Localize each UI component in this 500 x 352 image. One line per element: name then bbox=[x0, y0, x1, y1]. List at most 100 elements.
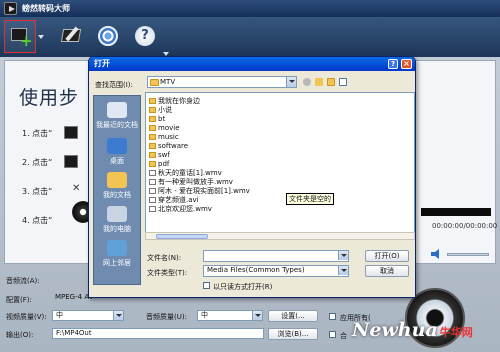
look-in-label: 查找范围(I): bbox=[95, 81, 133, 89]
list-item[interactable]: 阿木 - 爱在現实面前[1].wmv bbox=[149, 187, 250, 195]
video-quality-label: 视频质量(V): bbox=[6, 313, 47, 321]
new-folder-icon[interactable] bbox=[327, 78, 335, 86]
open-button[interactable]: 打开(O) bbox=[365, 250, 409, 262]
up-folder-icon[interactable] bbox=[315, 78, 323, 86]
list-item[interactable]: software bbox=[149, 142, 188, 150]
watermark-text: Newhua bbox=[352, 319, 438, 341]
folder-icon bbox=[149, 161, 156, 167]
chevron-down-icon[interactable] bbox=[286, 77, 296, 87]
help-icon: ? bbox=[135, 26, 155, 46]
folder-icon bbox=[149, 98, 156, 104]
file-name: software bbox=[158, 142, 189, 150]
list-item[interactable]: movie bbox=[149, 124, 180, 132]
folder-icon bbox=[150, 79, 159, 86]
close-icon[interactable]: × bbox=[401, 59, 412, 69]
filetype-value: Media Files(Common Types) bbox=[207, 266, 305, 274]
video-file-icon bbox=[149, 197, 156, 203]
output-path-field[interactable]: F:\MP4Out bbox=[52, 328, 264, 339]
places-bar: 我最近的文档 桌面 我的文档 我的电脑 网上邻居 bbox=[93, 95, 141, 285]
video-file-icon bbox=[149, 179, 156, 185]
list-item[interactable]: 北京欢迎您.wmv bbox=[149, 205, 212, 213]
folder-icon bbox=[149, 152, 156, 158]
network-icon bbox=[107, 240, 127, 256]
list-item[interactable]: bt bbox=[149, 115, 165, 123]
file-name: 有一种爱叫做放手.wmv bbox=[158, 178, 233, 186]
watermark: Newhua 牛华网 bbox=[352, 319, 473, 341]
dialog-title: 打开 bbox=[94, 59, 110, 68]
recent-docs-icon bbox=[107, 102, 127, 118]
place-label: 我最近的文档 bbox=[96, 121, 138, 129]
list-item[interactable]: 有一种爱叫做放手.wmv bbox=[149, 178, 233, 186]
look-in-select[interactable]: MTV bbox=[147, 76, 297, 88]
browse-button[interactable]: 浏览(B)... bbox=[268, 328, 318, 340]
place-my-computer[interactable]: 我的电脑 bbox=[94, 206, 140, 234]
chevron-down-icon[interactable] bbox=[338, 251, 348, 260]
add-dropdown-arrow-icon[interactable] bbox=[38, 35, 44, 39]
help-icon[interactable]: ? bbox=[388, 59, 398, 69]
apply-all-checkbox[interactable] bbox=[329, 313, 336, 320]
step-1-film-icon bbox=[64, 126, 78, 139]
playback-time: 00:00:00/00:00:00 bbox=[432, 222, 498, 230]
plus-icon: + bbox=[20, 32, 33, 50]
readonly-checkbox[interactable] bbox=[203, 282, 210, 289]
preview-area bbox=[421, 208, 491, 216]
file-name: 秋天的童话[1].wmv bbox=[158, 169, 222, 177]
filetype-select[interactable]: Media Files(Common Types) bbox=[203, 265, 349, 277]
settings-button[interactable] bbox=[92, 20, 124, 53]
add-file-button[interactable]: + bbox=[4, 20, 36, 53]
folder-icon bbox=[149, 134, 156, 140]
step-3-tools-icon: ✕ bbox=[72, 183, 81, 194]
output-label: 输出(O): bbox=[6, 331, 34, 339]
list-item[interactable]: 小说 bbox=[149, 106, 172, 114]
config-value[interactable]: MPEG-4 AVC 视频格式 bbox=[52, 293, 92, 304]
audio-quality-value: 中 bbox=[201, 311, 208, 319]
place-recent[interactable]: 我最近的文档 bbox=[94, 102, 140, 130]
place-my-documents[interactable]: 我的文档 bbox=[94, 172, 140, 200]
help-button[interactable]: ? bbox=[130, 20, 162, 53]
settings-dialog-button[interactable]: 设置(... bbox=[268, 310, 318, 322]
audio-quality-select[interactable]: 中 bbox=[197, 310, 263, 321]
toolbar: + ? bbox=[0, 17, 500, 57]
app-titlebar: 螃然转码大师 bbox=[0, 0, 500, 17]
file-list[interactable]: 我就在你身边 小说 bt movie music software swf pd… bbox=[145, 92, 415, 240]
folder-icon bbox=[149, 125, 156, 131]
place-desktop[interactable]: 桌面 bbox=[94, 138, 140, 166]
file-name: bt bbox=[158, 115, 166, 123]
look-in-value: MTV bbox=[160, 78, 176, 86]
scrollbar-thumb[interactable] bbox=[156, 234, 208, 239]
chevron-down-icon[interactable] bbox=[252, 311, 262, 320]
file-name: 穿艺频道.avi bbox=[158, 196, 199, 204]
back-icon[interactable] bbox=[303, 78, 311, 86]
video-quality-select[interactable]: 中 bbox=[52, 310, 124, 321]
dialog-titlebar: 打开 ? × bbox=[89, 57, 415, 71]
view-menu-icon[interactable] bbox=[339, 78, 347, 86]
audio-quality-label: 音频质量(U): bbox=[146, 313, 187, 321]
merge-checkbox[interactable] bbox=[329, 331, 336, 338]
list-item[interactable]: 我就在你身边 bbox=[149, 97, 200, 105]
empty-folder-tooltip: 文件夹是空的 bbox=[286, 193, 334, 205]
edit-button[interactable] bbox=[56, 20, 88, 53]
chevron-down-icon[interactable] bbox=[338, 266, 348, 275]
place-label: 桌面 bbox=[110, 157, 124, 165]
open-file-dialog: 打开 ? × 查找范围(I): MTV 我最近的文档 桌面 我的文档 我的电脑 … bbox=[88, 56, 416, 298]
step-1-text: 1. 点击“ bbox=[22, 129, 53, 138]
list-item[interactable]: 秋天的童话[1].wmv bbox=[149, 169, 222, 177]
volume-slider[interactable] bbox=[447, 253, 489, 256]
chevron-down-icon[interactable] bbox=[113, 311, 123, 320]
video-quality-value: 中 bbox=[56, 311, 63, 319]
list-item[interactable]: 穿艺频道.avi bbox=[149, 196, 199, 204]
config-label: 配置(F): bbox=[6, 296, 32, 304]
place-network[interactable]: 网上邻居 bbox=[94, 240, 140, 268]
list-item[interactable]: pdf bbox=[149, 160, 169, 168]
app-logo-icon bbox=[4, 2, 17, 15]
filename-input[interactable] bbox=[203, 250, 349, 262]
cancel-button[interactable]: 取消 bbox=[365, 265, 409, 277]
list-item[interactable]: music bbox=[149, 133, 179, 141]
list-item[interactable]: swf bbox=[149, 151, 170, 159]
file-name: pdf bbox=[158, 160, 170, 168]
watermark-cn: 牛华网 bbox=[439, 326, 473, 339]
file-name: 北京欢迎您.wmv bbox=[158, 205, 212, 213]
horizontal-scrollbar[interactable] bbox=[145, 232, 415, 240]
video-file-icon bbox=[149, 188, 156, 194]
app-title: 螃然转码大师 bbox=[22, 4, 70, 13]
